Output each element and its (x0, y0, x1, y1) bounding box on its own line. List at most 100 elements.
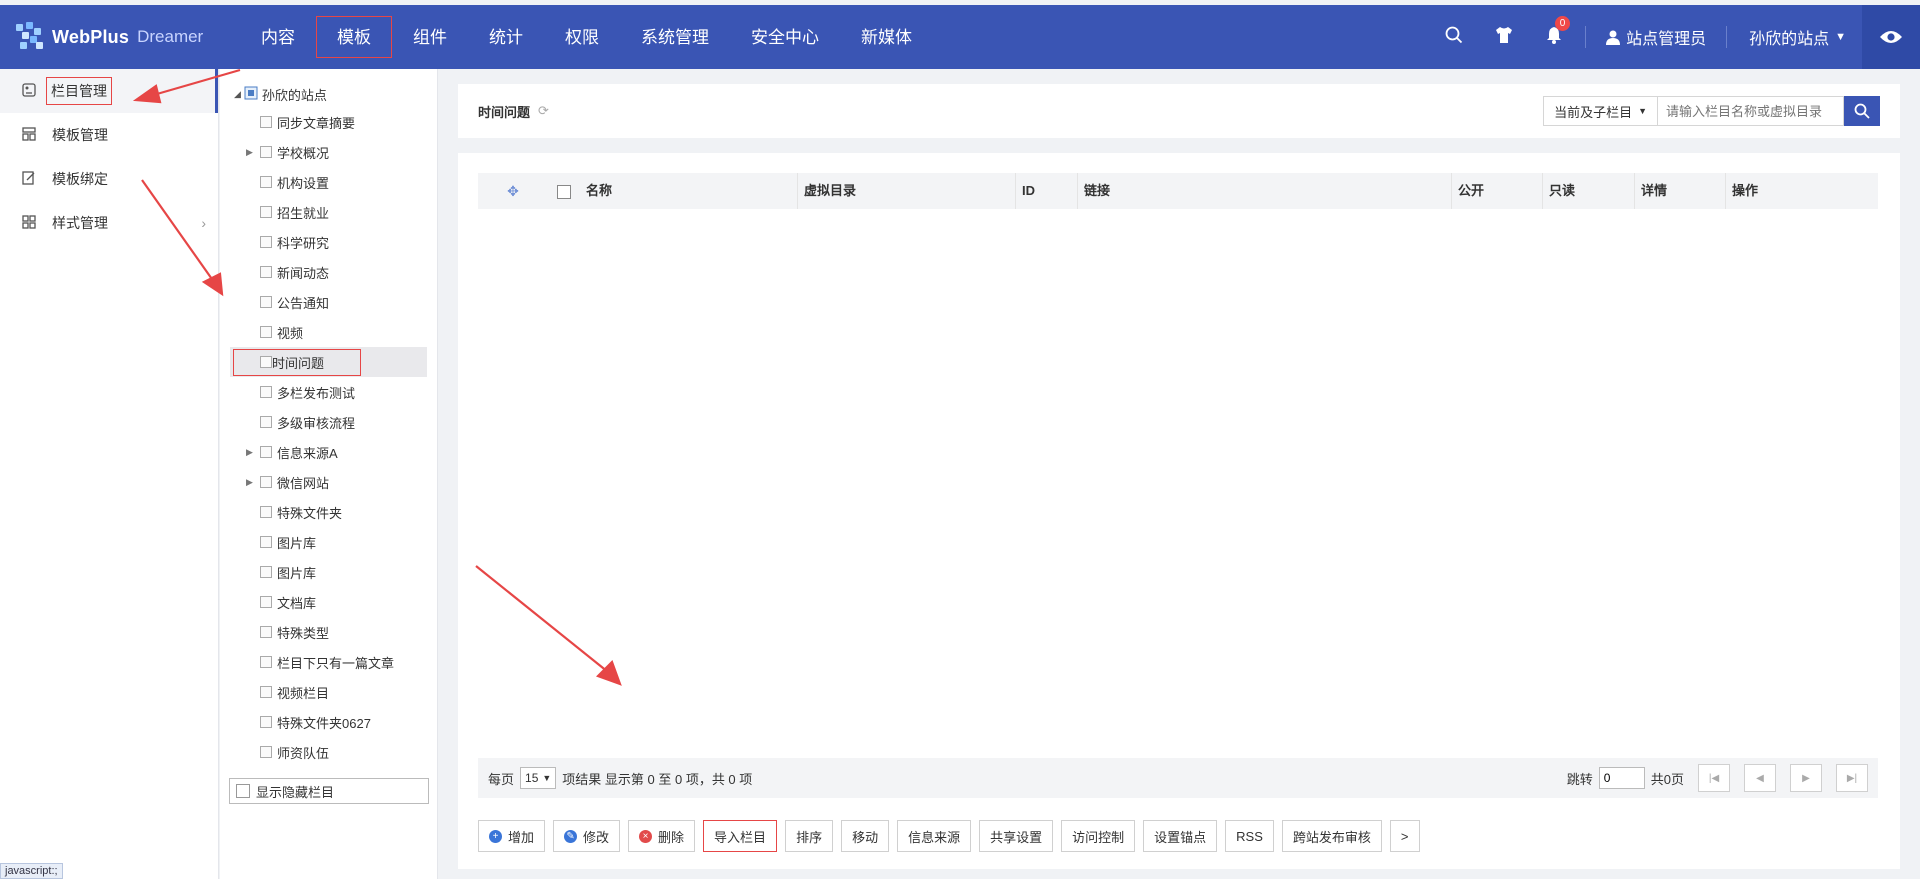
last-page-button[interactable]: ▶| (1836, 764, 1868, 792)
jump-page-input[interactable] (1598, 767, 1645, 789)
eye-icon[interactable] (1862, 5, 1920, 69)
info-source-button[interactable]: 信息来源 (897, 820, 972, 852)
tree-node[interactable]: 特殊类型 (230, 617, 427, 647)
notification-badge: 0 (1555, 15, 1571, 31)
sort-button[interactable]: 排序 (785, 820, 834, 852)
prev-page-button[interactable]: ◀ (1744, 764, 1776, 792)
tree-node[interactable]: 公告通知 (230, 287, 427, 317)
tree-node-label: 多栏发布测试 (277, 385, 356, 401)
tree-node[interactable]: 图片库 (230, 527, 427, 557)
tree-node-label: 图片库 (277, 565, 317, 581)
cross-site-review-button[interactable]: 跨站发布审核 (1281, 820, 1382, 852)
nav-component[interactable]: 组件 (392, 16, 468, 58)
column-header-readonly[interactable]: 只读 (1543, 173, 1635, 209)
more-button[interactable]: > (1389, 820, 1420, 852)
column-header-link[interactable]: 链接 (1078, 173, 1452, 209)
edit-button[interactable]: ✎ 修改 (553, 820, 621, 852)
tree-root[interactable]: ◢ 孙欣的站点 (220, 81, 437, 107)
first-page-icon: |◀ (1708, 772, 1720, 784)
import-column-button[interactable]: 导入栏目 (703, 820, 778, 852)
tree-node[interactable]: 科学研究 (230, 227, 427, 257)
next-page-button[interactable]: ▶ (1790, 764, 1822, 792)
tree-node[interactable]: 特殊文件夹 (230, 497, 427, 527)
search-icon[interactable] (1429, 26, 1479, 49)
first-page-button[interactable]: |◀ (1698, 764, 1730, 792)
shirt-icon[interactable] (1479, 26, 1529, 49)
tree-node[interactable]: 多栏发布测试 (230, 377, 427, 407)
search-input[interactable] (1658, 96, 1844, 126)
page-title: 时间问题 (478, 104, 531, 120)
sidebar-item-template-binding[interactable]: 模板绑定 (0, 157, 218, 201)
nav-system[interactable]: 系统管理 (620, 16, 730, 58)
set-anchor-button[interactable]: 设置锚点 (1143, 820, 1218, 852)
search-button[interactable] (1844, 96, 1880, 126)
nav-new-media[interactable]: 新媒体 (840, 16, 933, 58)
move-icon[interactable]: ✥ (507, 183, 519, 199)
tree-node-label: 特殊文件夹0627 (277, 715, 371, 731)
result-summary: 项结果 显示第 0 至 0 项，共 0 项 (562, 771, 753, 787)
collapse-icon[interactable]: ◢ (234, 89, 241, 100)
site-selector[interactable]: 孙欣的站点 ▼ (1733, 25, 1862, 49)
tree-node-label: 栏目下只有一篇文章 (277, 655, 395, 671)
column-header-details[interactable]: 详情 (1635, 173, 1726, 209)
column-header-actions[interactable]: 操作 (1726, 173, 1878, 209)
access-control-button[interactable]: 访问控制 (1061, 820, 1136, 852)
expand-icon[interactable]: ▶ (246, 477, 258, 488)
tree-node[interactable]: 特殊文件夹0627 (230, 707, 427, 737)
add-button[interactable]: + 增加 (478, 820, 546, 852)
nav-content[interactable]: 内容 (240, 16, 316, 58)
tree-node[interactable]: ▶ 信息来源A (230, 437, 427, 467)
tree-node[interactable]: 时间问题 (230, 347, 427, 377)
delete-button[interactable]: × 删除 (628, 820, 696, 852)
tree-node[interactable]: 栏目下只有一篇文章 (230, 647, 427, 677)
tree-node[interactable]: 多级审核流程 (230, 407, 427, 437)
tree-node[interactable]: 新闻动态 (230, 257, 427, 287)
show-hidden-columns[interactable]: 显示隐藏栏目 (229, 778, 429, 804)
show-hidden-checkbox[interactable] (236, 784, 250, 798)
tree-node[interactable]: 师资队伍 (230, 737, 427, 767)
tree-node-label: 特殊类型 (277, 625, 330, 641)
tree-node[interactable]: 图片库 (230, 557, 427, 587)
tree-node[interactable]: 视频 (230, 317, 427, 347)
nav-permission[interactable]: 权限 (544, 16, 620, 58)
sidebar-item-style-management[interactable]: 样式管理 › (0, 201, 218, 245)
template-icon (22, 126, 40, 144)
move-button[interactable]: 移动 (841, 820, 890, 852)
tree-node[interactable]: ▶ 微信网站 (230, 467, 427, 497)
expand-icon[interactable]: ▶ (246, 147, 258, 158)
tree-node[interactable]: 视频栏目 (230, 677, 427, 707)
user-name: 站点管理员 (1626, 31, 1707, 48)
sidebar-item-template-management[interactable]: 模板管理 (0, 113, 218, 157)
nav-statistics[interactable]: 统计 (468, 16, 544, 58)
folder-icon (260, 296, 272, 308)
column-header-public[interactable]: 公开 (1452, 173, 1543, 209)
style-icon (22, 214, 40, 232)
tree-node[interactable]: 机构设置 (230, 167, 427, 197)
bell-icon[interactable]: 0 (1529, 15, 1579, 49)
tree-node[interactable]: 同步文章摘要 (230, 107, 427, 137)
tree-node-label: 公告通知 (277, 295, 330, 311)
nav-security[interactable]: 安全中心 (730, 16, 840, 58)
per-page-select[interactable]: 15 ▼ (520, 767, 557, 789)
sidebar-item-column-management[interactable]: 栏目管理 (0, 69, 218, 113)
select-all-checkbox[interactable] (557, 184, 571, 199)
tree-node[interactable]: 文档库 (230, 587, 427, 617)
rss-button[interactable]: RSS (1225, 820, 1274, 852)
scope-select[interactable]: 当前及子栏目 ▼ (1543, 96, 1658, 126)
refresh-icon[interactable]: ⟳ (538, 103, 549, 119)
tree-node-label: 师资队伍 (277, 745, 330, 761)
edit-button-label: 修改 (583, 829, 610, 845)
tree-node-label: 机构设置 (277, 175, 330, 191)
column-header-name[interactable]: 名称 (580, 173, 798, 209)
nav-template[interactable]: 模板 (316, 16, 392, 58)
logo[interactable]: WebPlus Dreamer (0, 20, 240, 54)
share-settings-button[interactable]: 共享设置 (979, 820, 1054, 852)
user-menu[interactable]: 站点管理员 (1592, 25, 1720, 49)
expand-icon[interactable]: ▶ (246, 447, 258, 458)
tree-node[interactable]: ▶ 学校概况 (230, 137, 427, 167)
tree-node[interactable]: 招生就业 (230, 197, 427, 227)
column-header-id[interactable]: ID (1016, 173, 1078, 209)
show-hidden-label: 显示隐藏栏目 (256, 784, 335, 800)
top-navbar: WebPlus Dreamer 内容 模板 组件 统计 权限 系统管理 安全中心… (0, 5, 1920, 69)
column-header-virtual-dir[interactable]: 虚拟目录 (798, 173, 1016, 209)
